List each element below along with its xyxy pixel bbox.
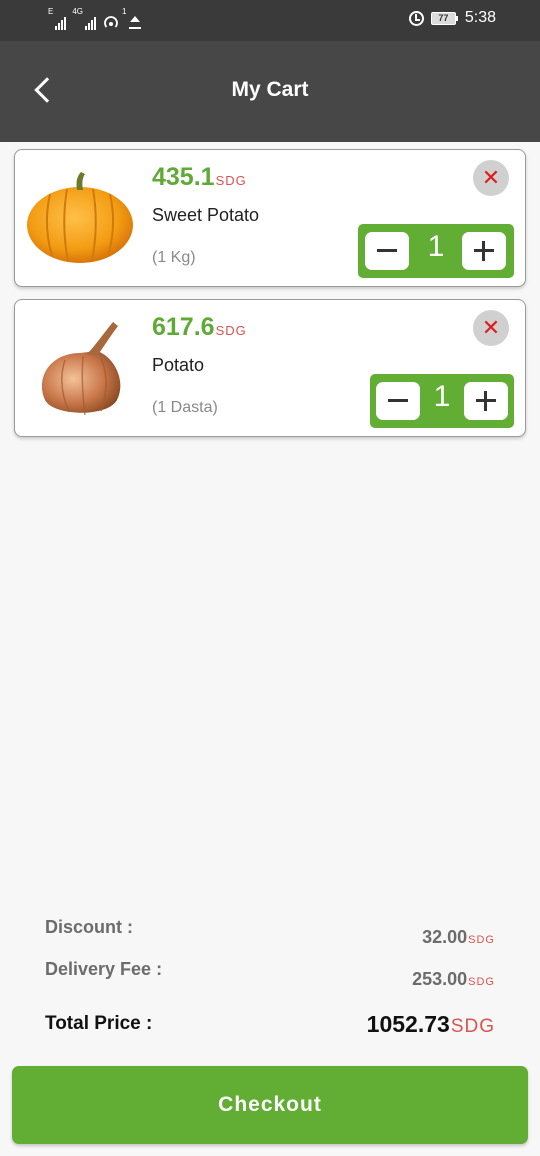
increase-quantity-button[interactable] <box>462 232 506 270</box>
hotspot-count: 1 <box>122 7 127 16</box>
increase-quantity-button[interactable] <box>464 382 508 420</box>
page-title: My Cart <box>231 78 309 101</box>
signal-icon <box>55 16 67 30</box>
upload-icon <box>129 16 142 29</box>
signal-icon-2 <box>85 16 97 30</box>
total-price-value: 1052.73SDG <box>367 1011 495 1038</box>
battery-level: 77 <box>430 11 456 25</box>
network-type-label: E <box>48 7 54 16</box>
close-icon: ✕ <box>481 165 501 190</box>
battery-icon: 77 <box>430 11 458 25</box>
order-summary: Discount : 32.00SDG Delivery Fee : 253.0… <box>45 917 495 1047</box>
item-price-value: 435.1 <box>152 163 215 191</box>
decrease-quantity-button[interactable] <box>376 382 420 420</box>
pumpkin-image <box>27 172 133 263</box>
discount-amount: 32.00 <box>422 927 468 947</box>
quantity-stepper: 1 <box>370 374 514 428</box>
cart-item: 617.6SDG Potato (1 Dasta) ✕ 1 <box>14 299 526 437</box>
status-time: 5:38 <box>464 9 496 26</box>
item-price-currency: SDG <box>215 173 247 188</box>
cart-item: 435.1SDG Sweet Potato (1 Kg) ✕ 1 <box>14 149 526 287</box>
alarm-icon <box>408 10 424 26</box>
item-unit: (1 Dasta) <box>152 399 218 416</box>
discount-value: 32.00SDG <box>422 927 495 948</box>
remove-item-button[interactable]: ✕ <box>473 160 509 196</box>
item-price-currency: SDG <box>215 323 247 338</box>
battery-tip <box>455 15 458 21</box>
checkout-button[interactable]: Checkout <box>12 1066 528 1144</box>
close-icon: ✕ <box>481 315 501 340</box>
network-type-label-2: 4G <box>72 7 84 16</box>
decrease-quantity-button[interactable] <box>365 232 409 270</box>
total-price-label: Total Price : <box>45 1013 153 1034</box>
quantity-value: 1 <box>427 230 445 263</box>
app-bar: My Cart <box>0 41 540 142</box>
onion-image <box>41 322 121 416</box>
total-price-row: Total Price : 1052.73SDG <box>45 1011 495 1049</box>
item-name: Potato <box>152 355 205 375</box>
discount-currency: SDG <box>468 934 495 946</box>
discount-row: Discount : 32.00SDG <box>45 917 495 953</box>
item-price-value: 617.6 <box>152 313 215 341</box>
status-right: 77 5:38 <box>408 9 496 27</box>
remove-item-button[interactable]: ✕ <box>473 310 509 346</box>
status-bar: E 4G 1 77 5:38 <box>0 0 540 41</box>
delivery-fee-value: 253.00SDG <box>412 969 495 990</box>
item-name: Sweet Potato <box>152 205 260 225</box>
delivery-fee-currency: SDG <box>468 976 495 988</box>
item-price: 617.6SDG <box>152 313 247 342</box>
delivery-fee-amount: 253.00 <box>412 969 468 989</box>
total-price-amount: 1052.73 <box>366 1011 450 1037</box>
quantity-stepper: 1 <box>358 224 514 278</box>
delivery-fee-row: Delivery Fee : 253.00SDG <box>45 959 495 995</box>
discount-label: Discount : <box>45 917 133 937</box>
hotspot-icon <box>104 16 118 28</box>
status-left: E 4G 1 <box>48 8 142 30</box>
total-price-currency: SDG <box>450 1016 495 1037</box>
item-unit: (1 Kg) <box>152 249 196 266</box>
quantity-value: 1 <box>433 380 451 413</box>
delivery-fee-label: Delivery Fee : <box>45 959 163 979</box>
item-price: 435.1SDG <box>152 163 247 192</box>
